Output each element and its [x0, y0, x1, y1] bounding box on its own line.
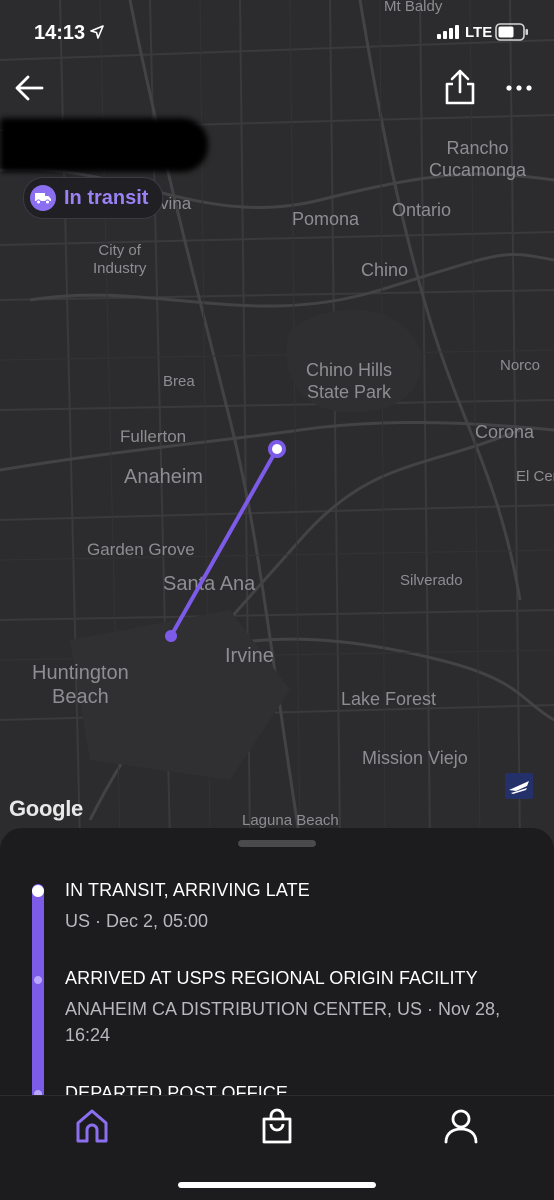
location-arrow-icon: [90, 25, 104, 39]
tab-home[interactable]: [72, 1106, 112, 1146]
arrow-left-icon: [15, 75, 44, 101]
status-badge: In transit: [23, 177, 164, 219]
network-type: LTE: [465, 24, 493, 41]
origin-marker[interactable]: [165, 630, 177, 642]
redacted-title: [0, 118, 208, 172]
carrier-logo-icon[interactable]: [505, 773, 533, 799]
truck-icon: [30, 185, 56, 211]
event-title: ARRIVED AT USPS REGIONAL ORIGIN FACILITY: [65, 968, 478, 988]
status-time: 14:13: [34, 22, 86, 44]
google-attribution: Google: [9, 796, 83, 821]
shopping-bag-icon: [262, 1108, 292, 1144]
tab-profile[interactable]: [441, 1106, 481, 1146]
event-title: IN TRANSIT, ARRIVING LATE: [65, 880, 310, 900]
timeline-dot: [34, 976, 42, 984]
tab-shop[interactable]: [257, 1106, 297, 1146]
route-line: [169, 447, 279, 638]
home-icon: [76, 1109, 108, 1143]
home-indicator[interactable]: [178, 1182, 376, 1188]
usps-eagle-icon: [509, 781, 529, 794]
ellipsis-icon: [506, 85, 532, 91]
cellular-signal-icon: [437, 25, 459, 39]
event-subtitle: ANAHEIM CA DISTRIBUTION CENTER, US · Nov…: [65, 999, 501, 1045]
more-options-button[interactable]: [500, 72, 538, 104]
battery-icon: [495, 23, 528, 41]
status-badge-label: In transit: [64, 186, 149, 209]
timeline-dot-current: [32, 885, 44, 897]
screen: Mt Baldy Rancho Cucamonga vina Pomona On…: [0, 0, 554, 1200]
event-subtitle: US · Dec 2, 05:00: [65, 911, 209, 931]
current-location-marker-center: [272, 444, 282, 454]
sheet-drag-handle[interactable]: [238, 840, 316, 847]
user-icon: [444, 1109, 478, 1144]
share-icon: [445, 69, 475, 105]
timeline-track: [32, 884, 44, 1124]
back-button[interactable]: [12, 70, 48, 106]
share-button[interactable]: [440, 68, 480, 108]
status-bar: 14:13 LTE: [0, 0, 554, 64]
